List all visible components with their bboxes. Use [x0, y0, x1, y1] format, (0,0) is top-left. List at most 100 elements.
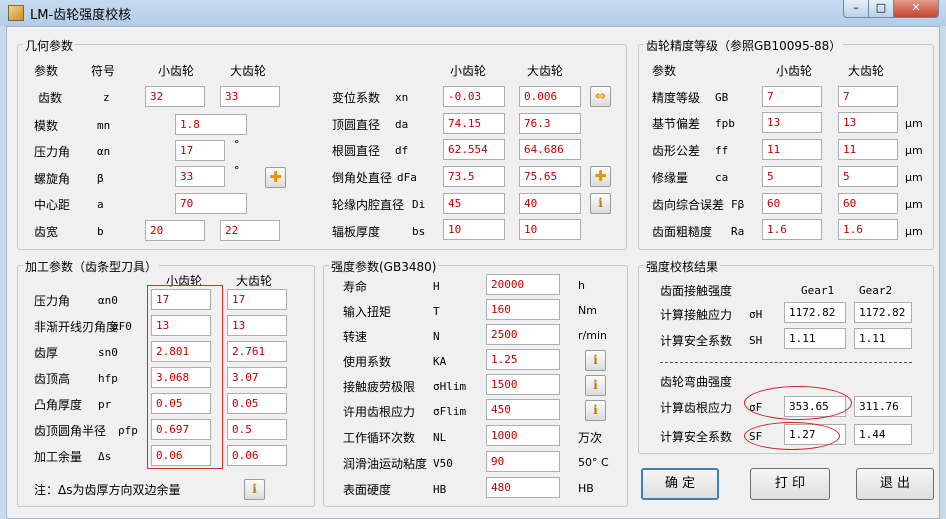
- hfp-small-input[interactable]: 3.068: [151, 367, 211, 388]
- fpb-big-input[interactable]: 13: [838, 112, 898, 133]
- sn0-small-input[interactable]: 2.801: [151, 341, 211, 362]
- fbeta-big-input[interactable]: 60: [838, 193, 898, 214]
- center-distance-input[interactable]: 70: [175, 193, 247, 214]
- chamfer-small-input[interactable]: 73.5: [443, 166, 505, 187]
- maximize-button[interactable]: □: [868, 0, 894, 18]
- teeth-small-input[interactable]: 32: [145, 86, 205, 107]
- rho-big-input[interactable]: 0.5: [227, 419, 287, 440]
- ca-small-input[interactable]: 5: [762, 166, 822, 187]
- bending-strength-title: 齿轮弯曲强度: [660, 375, 733, 389]
- label-root-stress: 计算齿根应力: [660, 401, 733, 415]
- label-application-factor: 使用系数: [343, 355, 392, 369]
- fbeta-small-input[interactable]: 60: [762, 193, 822, 214]
- pressure-angle-input[interactable]: 17: [175, 140, 225, 161]
- label-non-involute-angle: 非渐开线刃角度: [34, 320, 119, 334]
- rho-small-input[interactable]: 0.697: [151, 419, 211, 440]
- face-width-big-input[interactable]: 22: [220, 220, 280, 241]
- cycles-input[interactable]: 1000: [486, 425, 560, 446]
- safety-highlight-ellipse: [744, 422, 840, 450]
- ra-small-input[interactable]: 1.6: [762, 219, 822, 240]
- label-root-diameter: 根圆直径: [332, 144, 381, 158]
- tool-pa-big-input[interactable]: 17: [227, 289, 287, 310]
- af0-small-input[interactable]: 13: [151, 315, 211, 336]
- flim-info-icon[interactable]: i: [585, 400, 606, 421]
- ka-info-icon[interactable]: i: [585, 350, 606, 371]
- ff-small-input[interactable]: 11: [762, 139, 822, 160]
- viscosity-input[interactable]: 90: [486, 451, 560, 472]
- hlim-info-icon[interactable]: i: [585, 375, 606, 396]
- fpb-small-input[interactable]: 13: [762, 112, 822, 133]
- tip-diameter-big-input[interactable]: 76.3: [519, 113, 581, 134]
- life-input[interactable]: 20000: [486, 274, 560, 295]
- sym-sn0: sn0: [98, 346, 118, 359]
- sym-sigma-hlim: σHlim: [433, 380, 467, 393]
- root-diameter-small-input[interactable]: 62.554: [443, 139, 505, 160]
- close-button[interactable]: ✕: [893, 0, 939, 18]
- rim-small-input[interactable]: 45: [443, 193, 505, 214]
- sym-pr: pr: [98, 398, 112, 411]
- allowance-small-input[interactable]: 0.06: [151, 445, 211, 466]
- af0-big-input[interactable]: 13: [227, 315, 287, 336]
- module-input[interactable]: 1.8: [175, 114, 247, 135]
- exit-button[interactable]: 退 出: [856, 468, 934, 500]
- swap-arrows-icon[interactable]: ⇔: [590, 86, 611, 107]
- rim-info-icon[interactable]: i: [590, 193, 611, 214]
- header-gear1: Gear1: [801, 284, 835, 297]
- label-tip-radius: 齿顶圆角半径: [34, 424, 107, 438]
- ka-input[interactable]: 1.25: [486, 349, 560, 370]
- ok-button[interactable]: 确 定: [641, 468, 719, 500]
- label-rim-inner-diameter: 轮缘内腔直径: [332, 198, 405, 212]
- label-precision-grade: 精度等级: [652, 91, 701, 105]
- label-web-thickness: 辐板厚度: [332, 225, 381, 239]
- machining-title: 加工参数（齿条型刀具）: [23, 258, 160, 275]
- allowance-big-input[interactable]: 0.06: [227, 445, 287, 466]
- label-bending-safety: 计算安全系数: [660, 430, 733, 444]
- strength-title: 强度参数(GB3480): [329, 258, 439, 275]
- unit-um: μm: [905, 171, 923, 184]
- chamfer-big-input[interactable]: 75.65: [519, 166, 581, 187]
- sym-alpha-n0: αn0: [98, 294, 118, 307]
- speed-input[interactable]: 2500: [486, 324, 560, 345]
- teeth-big-input[interactable]: 33: [220, 86, 280, 107]
- rim-big-input[interactable]: 40: [519, 193, 581, 214]
- minimize-button[interactable]: –: [843, 0, 869, 18]
- contact-stress-gear1: 1172.82: [784, 302, 846, 323]
- web-small-input[interactable]: 10: [443, 219, 505, 240]
- shift-small-input[interactable]: -0.03: [443, 86, 505, 107]
- pr-big-input[interactable]: 0.05: [227, 393, 287, 414]
- geom-header-small: 小齿轮: [158, 64, 195, 78]
- label-tip-relief: 修缘量: [652, 171, 689, 185]
- label-center-distance: 中心距: [34, 198, 71, 212]
- label-face-width: 齿宽: [34, 225, 59, 239]
- flim-input[interactable]: 450: [486, 399, 560, 420]
- grade-small-input[interactable]: 7: [762, 86, 822, 107]
- print-button[interactable]: 打 印: [750, 468, 830, 500]
- hardness-input[interactable]: 480: [486, 477, 560, 498]
- face-width-small-input[interactable]: 20: [145, 220, 205, 241]
- ca-big-input[interactable]: 5: [838, 166, 898, 187]
- contact-safety-gear1: 1.11: [784, 328, 846, 349]
- chamfer-plus-icon[interactable]: ✚: [590, 166, 611, 187]
- tip-diameter-small-input[interactable]: 74.15: [443, 113, 505, 134]
- note-info-icon[interactable]: i: [244, 479, 265, 500]
- root-diameter-big-input[interactable]: 64.686: [519, 139, 581, 160]
- ra-big-input[interactable]: 1.6: [838, 219, 898, 240]
- sym-h: H: [433, 280, 440, 293]
- helix-plus-icon[interactable]: ✚: [265, 167, 286, 188]
- unit-um: μm: [905, 144, 923, 157]
- tool-pa-small-input[interactable]: 17: [151, 289, 211, 310]
- ff-big-input[interactable]: 11: [838, 139, 898, 160]
- unit-nm: Nm: [578, 304, 597, 317]
- hfp-big-input[interactable]: 3.07: [227, 367, 287, 388]
- hlim-input[interactable]: 1500: [486, 374, 560, 395]
- web-big-input[interactable]: 10: [519, 219, 581, 240]
- shift-big-input[interactable]: 0.006: [519, 86, 581, 107]
- sn0-big-input[interactable]: 2.761: [227, 341, 287, 362]
- sym-b: b: [97, 225, 104, 238]
- grade-big-input[interactable]: 7: [838, 86, 898, 107]
- helix-angle-input[interactable]: 33: [175, 166, 225, 187]
- label-life: 寿命: [343, 280, 368, 294]
- torque-input[interactable]: 160: [486, 299, 560, 320]
- pr-small-input[interactable]: 0.05: [151, 393, 211, 414]
- sym-n: N: [433, 330, 440, 343]
